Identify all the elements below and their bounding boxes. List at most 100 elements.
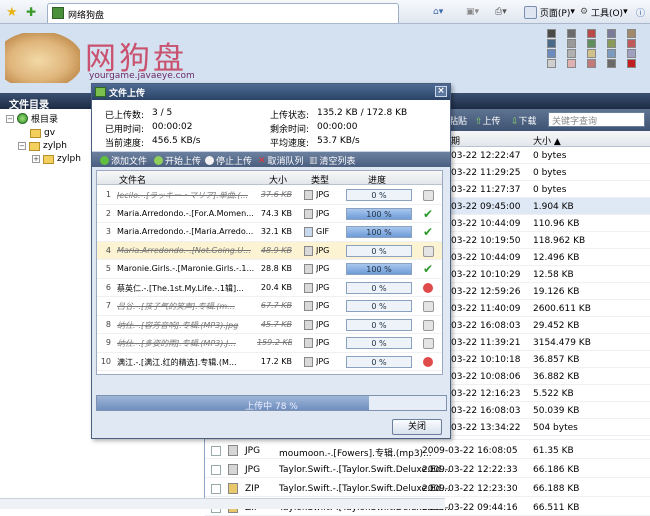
col-size[interactable]: 大小 bbox=[269, 173, 287, 186]
file-list-row[interactable]: 03-22 16:08:03 29.452 KB bbox=[445, 317, 650, 334]
print-icon[interactable]: ⎙▾ bbox=[495, 5, 507, 19]
file-list-row[interactable]: 03-22 11:39:21 3154.479 KB bbox=[445, 334, 650, 351]
palette-swatch[interactable] bbox=[547, 39, 556, 48]
start-upload-button[interactable]: 开始上传 bbox=[154, 154, 201, 167]
collapse-icon[interactable]: − bbox=[18, 142, 26, 150]
file-list-row[interactable]: ZIPTaylor.Swift.-.[Taylor.Swift.Deluxe.E… bbox=[205, 480, 650, 497]
browser-tab[interactable]: 网络狗盘 bbox=[47, 3, 399, 23]
palette-swatch[interactable] bbox=[587, 49, 596, 58]
file-status-icon[interactable] bbox=[423, 338, 434, 349]
col-progress[interactable]: 进度 bbox=[368, 173, 386, 186]
file-progress-text: 100 % bbox=[366, 265, 392, 274]
palette-swatch[interactable] bbox=[567, 39, 576, 48]
tree-root[interactable]: − 根目录 bbox=[6, 112, 58, 125]
file-list-row[interactable]: 03-22 10:44:09 110.96 KB bbox=[445, 215, 650, 232]
row-name: moumoon.-.[Fowers].专辑.(mp3)... bbox=[279, 449, 432, 459]
upload-file-row[interactable]: 3 Maria.Arredondo.-.[Maria.Arredo... 32.1 … bbox=[97, 223, 442, 242]
file-list-row[interactable]: 03-22 11:40:09 2600.611 KB bbox=[445, 300, 650, 317]
palette-swatch[interactable] bbox=[627, 29, 636, 38]
file-size: 28.8 KB bbox=[260, 264, 292, 273]
feeds-icon[interactable]: ▣▾ bbox=[466, 5, 479, 19]
upload-file-row[interactable]: 10 满江.-.[满江.红的精选].专辑.(M... 17.2 KB JPG 0 % bbox=[97, 353, 442, 371]
file-list-row[interactable]: 03-22 09:45:00 1.904 KB bbox=[445, 198, 650, 215]
tree-item-zylph[interactable]: − zylph bbox=[18, 141, 67, 151]
file-list-row[interactable]: 03-22 10:44:09 12.496 KB bbox=[445, 249, 650, 266]
palette-swatch[interactable] bbox=[627, 49, 636, 58]
paste-button[interactable]: 粘贴 bbox=[449, 114, 467, 127]
download-button[interactable]: ⇩下载 bbox=[511, 114, 537, 127]
upload-file-row[interactable]: 1 Jecilo.-.[ラッキー・マリア].单曲.(... 37.6 KB JPG 0 … bbox=[97, 186, 442, 205]
column-date[interactable]: 期 bbox=[451, 134, 460, 147]
add-favorites-icon[interactable]: ✚ bbox=[26, 5, 36, 19]
home-icon[interactable]: ⌂▾ bbox=[433, 5, 443, 19]
start-upload-label: 开始上传 bbox=[165, 157, 202, 167]
upload-file-row[interactable]: 9 纳仕.-.[多姿的雨].专辑.(MP3).J... 159.2 KB JPG 0 % bbox=[97, 334, 442, 353]
palette-swatch[interactable] bbox=[587, 59, 596, 68]
column-size[interactable]: 大小 ▲ bbox=[533, 134, 561, 147]
palette-swatch[interactable] bbox=[547, 29, 556, 38]
file-status-icon[interactable] bbox=[423, 301, 434, 312]
row-checkbox[interactable] bbox=[211, 484, 221, 494]
upload-file-row[interactable]: 6 蔡英仁.-.[The.1st.My.Life.-.1辑]... 20.4 KB J… bbox=[97, 279, 442, 297]
file-status-icon[interactable] bbox=[423, 245, 434, 257]
search-input[interactable]: 关键字查询 bbox=[548, 112, 645, 127]
upload-file-row[interactable]: 8 纳仕.-.[容芳音响].专辑.(MP3).jpg 45.7 KB JPG 0 % bbox=[97, 316, 442, 334]
upload-file-row[interactable]: 5 Maronie.Girls.-.[Maronie.Girls.-.1... 28… bbox=[97, 260, 442, 279]
palette-swatch[interactable] bbox=[607, 29, 616, 38]
file-status-icon[interactable] bbox=[423, 190, 434, 201]
palette-swatch[interactable] bbox=[567, 59, 576, 68]
palette-swatch[interactable] bbox=[547, 59, 556, 68]
expand-icon[interactable]: + bbox=[32, 155, 40, 163]
dialog-titlebar[interactable]: 文件上传 × bbox=[92, 84, 450, 100]
tree-item-zylph-child[interactable]: + zylph bbox=[32, 154, 81, 164]
upload-file-row[interactable]: 4 Maria.Arredondo.-.[Not.Going.U... 48.9 K… bbox=[97, 241, 442, 260]
favorites-star-icon[interactable]: ★ bbox=[6, 5, 18, 20]
palette-swatch[interactable] bbox=[587, 39, 596, 48]
palette-swatch[interactable] bbox=[607, 49, 616, 58]
elapsed-label: 已用时间: bbox=[105, 125, 145, 135]
palette-swatch[interactable] bbox=[567, 49, 576, 58]
file-progress-text: 0 % bbox=[371, 302, 387, 311]
upload-file-row[interactable]: 7 吕谷.-.[孩子气的笑声].专辑.(m... 67.7 KB JPG 0 % bbox=[97, 297, 442, 316]
tree-item-gv[interactable]: gv bbox=[30, 128, 55, 138]
file-list-row[interactable]: 03-22 11:29:25 0 bytes bbox=[445, 164, 650, 181]
row-size: 61.35 KB bbox=[533, 446, 574, 456]
file-status-icon[interactable] bbox=[423, 319, 434, 331]
col-type[interactable]: 类型 bbox=[311, 173, 329, 186]
file-list-row[interactable]: 03-22 12:22:47 0 bytes bbox=[445, 147, 650, 164]
row-date: 03-22 11:39:21 bbox=[451, 338, 521, 348]
add-file-label: 添加文件 bbox=[111, 157, 148, 167]
upload-file-row[interactable]: 2 Maria.Arredondo.-.[For.A.Momen... 74.3 K… bbox=[97, 205, 442, 223]
file-list-row[interactable]: 03-22 10:10:29 12.58 KB bbox=[445, 266, 650, 283]
upload-button[interactable]: ⇧上传 bbox=[475, 114, 501, 127]
file-list-row[interactable]: 03-22 11:27:37 0 bytes bbox=[445, 181, 650, 198]
file-list-row[interactable]: JPG moumoon.-.[Fowers].专辑.(mp3)... 2009-03… bbox=[205, 442, 650, 459]
collapse-icon[interactable]: − bbox=[6, 114, 14, 123]
help-icon[interactable]: ⓘ bbox=[636, 5, 645, 19]
cancel-queue-button[interactable]: ✕ 取消队列 bbox=[258, 154, 304, 168]
palette-swatch[interactable] bbox=[587, 29, 596, 38]
clear-list-button[interactable]: ▥ 清空列表 bbox=[309, 154, 356, 168]
file-list-row[interactable]: 03-22 12:16:23 5.522 KB bbox=[445, 385, 650, 402]
file-list-row[interactable]: 03-22 10:10:18 36.857 KB bbox=[445, 351, 650, 368]
close-icon[interactable]: × bbox=[435, 86, 447, 97]
stop-upload-button[interactable]: 停止上传 bbox=[205, 154, 252, 167]
palette-swatch[interactable] bbox=[627, 59, 636, 68]
palette-swatch[interactable] bbox=[567, 29, 576, 38]
tools-menu[interactable]: ⚙ 工具(O) ▾ bbox=[580, 5, 628, 19]
add-file-button[interactable]: 添加文件 bbox=[100, 154, 147, 167]
file-list-row[interactable]: 03-22 10:08:06 36.882 KB bbox=[445, 368, 650, 385]
row-checkbox[interactable] bbox=[211, 465, 221, 475]
palette-swatch[interactable] bbox=[607, 39, 616, 48]
file-list-row[interactable]: JPG Taylor.Swift.-.[Taylor.Swift.Deluxe.E… bbox=[205, 461, 650, 478]
row-checkbox[interactable] bbox=[211, 446, 221, 456]
file-list-row[interactable]: 03-22 12:59:26 19.126 KB bbox=[445, 283, 650, 300]
file-list-row[interactable]: 03-22 16:08:03 50.039 KB bbox=[445, 402, 650, 419]
close-button[interactable]: 关闭 bbox=[392, 419, 442, 435]
col-name[interactable]: 文件名 bbox=[119, 173, 146, 186]
file-list-row[interactable]: 03-22 10:19:50 118.962 KB bbox=[445, 232, 650, 249]
page-menu[interactable]: 页面(P) ▾ bbox=[524, 5, 575, 19]
palette-swatch[interactable] bbox=[627, 39, 636, 48]
palette-swatch[interactable] bbox=[607, 59, 616, 68]
palette-swatch[interactable] bbox=[547, 49, 556, 58]
